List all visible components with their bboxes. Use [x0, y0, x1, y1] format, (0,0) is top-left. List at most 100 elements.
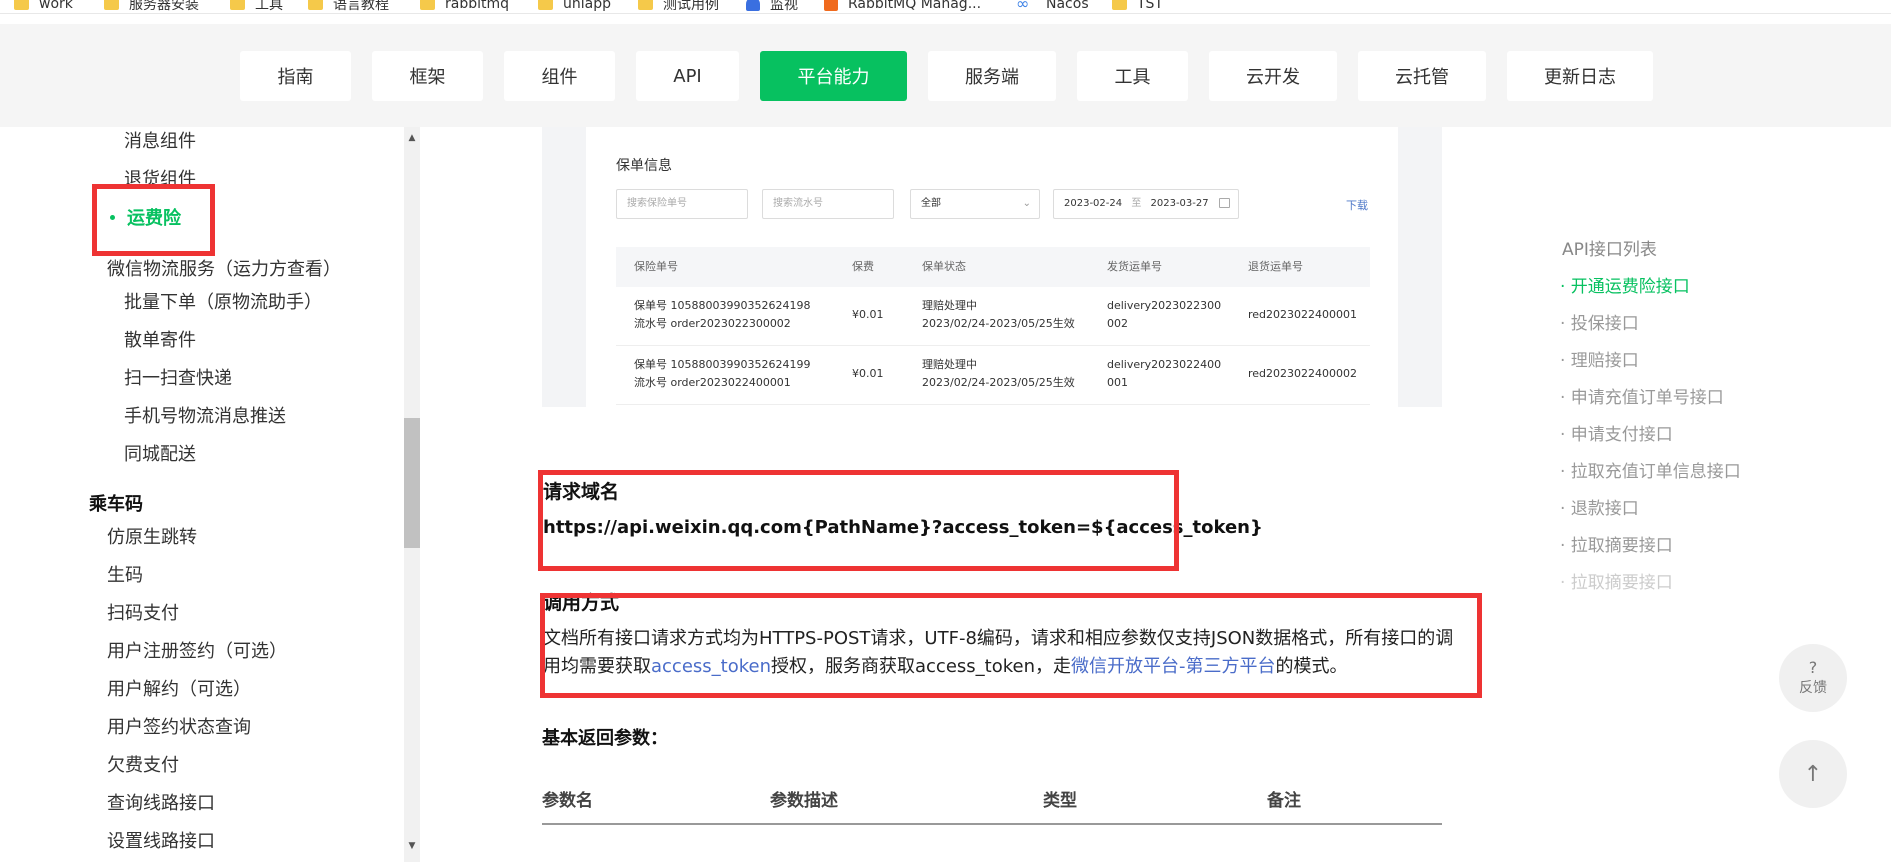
nav-cloud-hosting[interactable]: 云托管: [1358, 51, 1486, 101]
nav-platform-capability[interactable]: 平台能力: [760, 51, 907, 101]
delivery-cell: delivery2023022400 001: [1107, 358, 1222, 389]
sidebar-item-same-city-delivery[interactable]: 同城配送: [124, 440, 196, 466]
toc-title: API接口列表: [1562, 240, 1657, 260]
sidebar-item-scan-express[interactable]: 扫一扫查快递: [124, 364, 232, 390]
nav-server[interactable]: 服务端: [928, 51, 1056, 101]
folder-icon: [230, 0, 245, 10]
folder-icon: [420, 0, 435, 10]
delivery-cell: delivery2023022300 002: [1107, 299, 1222, 330]
policy-table: 保险单号 保费 保单状态 发货运单号 退货运单号 保单号 10588003990…: [616, 247, 1370, 405]
policy-card: 保单信息 搜索保险单号 搜索流水号 全部 ⌄ 2023-02-24 至 2023-…: [586, 127, 1398, 407]
nav-changelog[interactable]: 更新日志: [1507, 51, 1653, 101]
sidebar-item-wechat-logistics[interactable]: 微信物流服务（运力方查看）: [107, 255, 341, 281]
sidebar-item-message-component[interactable]: 消息组件: [124, 127, 196, 153]
column-header: 保单状态: [922, 260, 966, 273]
status-cell: 理赔处理中 2023/02/24-2023/05/25生效: [922, 299, 1075, 330]
feedback-button[interactable]: ? 反馈: [1779, 644, 1847, 712]
bookmark-test-cases[interactable]: 测试用例: [638, 0, 719, 13]
sidebar-item-user-unsign[interactable]: 用户解约（可选）: [107, 675, 251, 701]
bookmark-uniapp[interactable]: uniapp: [538, 0, 611, 13]
bookmark-rabbitmq-manager[interactable]: RabbitMQ Manag...: [824, 0, 981, 13]
bookmark-tst[interactable]: TST: [1112, 0, 1163, 13]
toc-item-pay[interactable]: · 申请支付接口: [1560, 420, 1673, 445]
policy-table-header: 保险单号 保费 保单状态 发货运单号 退货运单号: [616, 247, 1370, 287]
column-header: 保费: [852, 260, 874, 273]
sidebar-scroll-thumb[interactable]: [404, 418, 420, 548]
sidebar-item-query-route[interactable]: 查询线路接口: [107, 789, 215, 815]
toc-item-recharge-info[interactable]: · 拉取充值订单信息接口: [1560, 457, 1741, 482]
back-to-top-button[interactable]: ↑: [1779, 740, 1847, 808]
arrow-up-icon: ↑: [1803, 761, 1823, 787]
param-column-header: 类型: [1043, 791, 1077, 811]
sidebar-item-scan-pay[interactable]: 扫码支付: [107, 599, 179, 625]
bookmark-monitor[interactable]: 监视: [746, 0, 798, 13]
scroll-up-arrow-icon[interactable]: ▲: [404, 130, 420, 146]
bookmark-rabbitmq[interactable]: rabbitmq: [420, 0, 509, 13]
sidebar-item-set-route[interactable]: 设置线路接口: [107, 827, 215, 853]
sidebar-item-sign-status[interactable]: 用户签约状态查询: [107, 713, 251, 739]
table-row: 保单号 10588003990352624199 流水号 order2023022…: [616, 346, 1370, 405]
bookmark-tools[interactable]: 工具: [230, 0, 283, 13]
toc-item-summary[interactable]: · 拉取摘要接口: [1560, 531, 1673, 556]
bookmarks-bar: work 服务器安装 工具 语言教程 rabbitmq uniapp 测试用例 …: [0, 0, 1891, 14]
scroll-down-arrow-icon[interactable]: ▼: [404, 838, 420, 854]
toc-item-insure[interactable]: · 投保接口: [1560, 309, 1639, 334]
column-header: 发货运单号: [1107, 260, 1162, 273]
premium-cell: ¥0.01: [852, 308, 884, 321]
bookmark-work[interactable]: work: [14, 0, 73, 13]
toc-item-recharge-order[interactable]: · 申请充值订单号接口: [1560, 383, 1724, 408]
rabbitmq-icon: [824, 0, 838, 11]
nav-components[interactable]: 组件: [504, 51, 615, 101]
return-params-title: 基本返回参数：: [542, 728, 668, 749]
search-serial-input[interactable]: 搜索流水号: [762, 189, 894, 219]
search-policy-input[interactable]: 搜索保险单号: [616, 189, 748, 219]
toc-item-summary-2[interactable]: · 拉取摘要接口: [1560, 568, 1673, 593]
sidebar-item-phone-logistics-push[interactable]: 手机号物流消息推送: [124, 402, 286, 428]
policy-card-title: 保单信息: [616, 158, 672, 174]
folder-icon: [638, 0, 653, 10]
sidebar-group-transit-code[interactable]: 乘车码: [89, 490, 143, 516]
return-cell: red2023022400001: [1248, 308, 1358, 321]
param-column-header: 参数名: [542, 791, 593, 811]
toc-item-claim[interactable]: · 理赔接口: [1560, 346, 1639, 371]
folder-icon: [538, 0, 553, 10]
sidebar-item-native-jump[interactable]: 仿原生跳转: [107, 523, 197, 549]
table-row: 保单号 10588003990352624198 流水号 order2023022…: [616, 287, 1370, 346]
folder-icon: [308, 0, 323, 10]
sidebar-item-arrears-pay[interactable]: 欠费支付: [107, 751, 179, 777]
nav-api[interactable]: API: [636, 51, 739, 101]
param-column-header: 参数描述: [770, 791, 838, 811]
folder-icon: [14, 0, 29, 10]
sidebar-item-single-shipment[interactable]: 散单寄件: [124, 326, 196, 352]
download-link[interactable]: 下载: [1346, 197, 1368, 213]
bookmark-nacos[interactable]: ∞ Nacos: [1016, 0, 1089, 13]
policy-number-cell: 保单号 10588003990352624199 流水号 order2023022…: [634, 358, 811, 389]
param-table-divider: [542, 823, 1442, 825]
sidebar-item-user-register[interactable]: 用户注册签约（可选）: [107, 637, 287, 663]
status-select[interactable]: 全部 ⌄: [910, 189, 1040, 219]
param-column-header: 备注: [1267, 791, 1301, 811]
column-header: 退货运单号: [1248, 260, 1303, 273]
sidebar-item-batch-order[interactable]: 批量下单（原物流助手）: [124, 288, 322, 314]
return-cell: red2023022400002: [1248, 367, 1358, 380]
premium-cell: ¥0.01: [852, 367, 884, 380]
status-cell: 理赔处理中 2023/02/24-2023/05/25生效: [922, 358, 1075, 389]
nav-tools[interactable]: 工具: [1077, 51, 1188, 101]
folder-icon: [104, 0, 119, 10]
bookmark-language-tutorial[interactable]: 语言教程: [308, 0, 389, 13]
monitor-icon: [746, 0, 760, 11]
nav-guide[interactable]: 指南: [240, 51, 351, 101]
highlight-box-domain: [538, 470, 1179, 571]
sidebar-item-generate-code[interactable]: 生码: [107, 561, 143, 587]
nav-framework[interactable]: 框架: [372, 51, 483, 101]
toc-item-open-insurance[interactable]: · 开通运费险接口: [1560, 272, 1690, 297]
bookmark-server-install[interactable]: 服务器安装: [104, 0, 199, 13]
nav-cloud-dev[interactable]: 云开发: [1209, 51, 1337, 101]
top-navigation: 指南 框架 组件 API 平台能力 服务端 工具 云开发 云托管 更新日志: [0, 24, 1891, 127]
question-icon: ?: [1808, 658, 1818, 677]
date-range-picker[interactable]: 2023-02-24 至 2023-03-27: [1053, 189, 1239, 219]
toc-item-refund[interactable]: · 退款接口: [1560, 494, 1639, 519]
chevron-down-icon: ⌄: [1022, 198, 1031, 209]
nacos-icon: ∞: [1016, 0, 1030, 13]
calendar-icon: [1219, 198, 1230, 208]
